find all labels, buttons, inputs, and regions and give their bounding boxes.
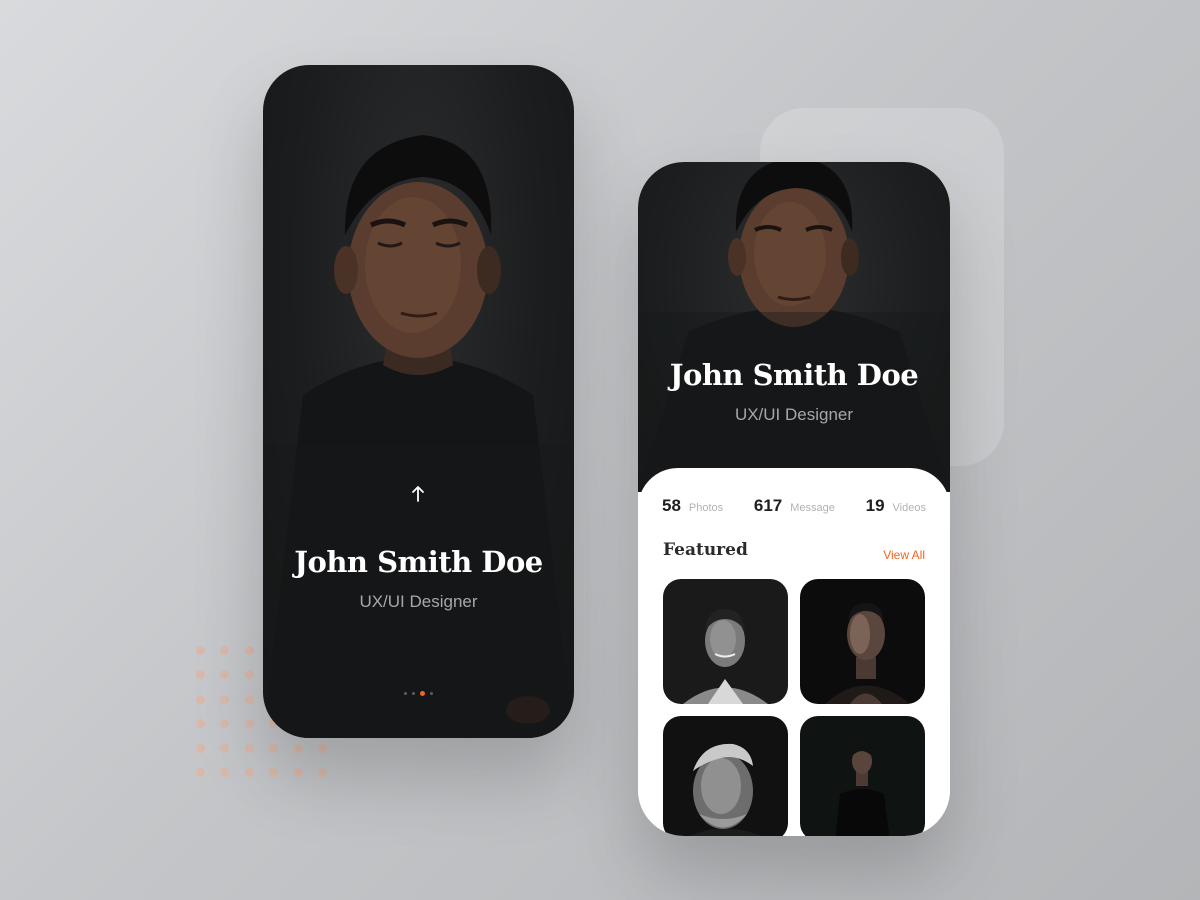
- stat-value: 19: [865, 496, 885, 515]
- featured-photo[interactable]: [663, 579, 788, 704]
- page-dot[interactable]: [412, 692, 415, 695]
- featured-grid: [663, 579, 925, 836]
- up-arrow-icon[interactable]: [411, 485, 425, 503]
- featured-photo[interactable]: [800, 716, 925, 836]
- stat-videos[interactable]: 19 Videos: [866, 496, 926, 516]
- stat-message[interactable]: 617 Message: [754, 496, 835, 516]
- profile-card: 58 Photos 617 Message 19 Videos Featured…: [638, 468, 950, 836]
- featured-heading: Featured: [663, 540, 748, 560]
- page-dot[interactable]: [430, 692, 433, 695]
- stat-label: Photos: [688, 502, 724, 514]
- profile-name: John Smith Doe: [294, 545, 543, 579]
- stat-label: Message: [790, 502, 835, 514]
- featured-photo[interactable]: [663, 716, 788, 836]
- onboarding-screen: John Smith Doe UX/UI Designer: [263, 65, 574, 738]
- featured-photo[interactable]: [800, 579, 925, 704]
- profile-role: UX/UI Designer: [359, 592, 478, 611]
- stat-label: Videos: [892, 502, 926, 514]
- page-dot[interactable]: [404, 692, 407, 695]
- profile-screen: John Smith Doe UX/UI Designer 58 Photos …: [638, 162, 950, 836]
- profile-header-photo: [638, 162, 950, 492]
- stat-photos[interactable]: 58 Photos: [662, 496, 723, 516]
- stats-row: 58 Photos 617 Message 19 Videos: [662, 496, 926, 516]
- stat-value: 617: [753, 496, 783, 515]
- profile-role: UX/UI Designer: [734, 405, 854, 424]
- profile-name: John Smith Doe: [669, 358, 919, 392]
- view-all-link[interactable]: View All: [883, 548, 925, 562]
- stat-value: 58: [662, 496, 681, 515]
- page-dot-active[interactable]: [420, 691, 425, 696]
- page-indicator[interactable]: [263, 691, 574, 696]
- profile-hero-photo: [263, 65, 574, 738]
